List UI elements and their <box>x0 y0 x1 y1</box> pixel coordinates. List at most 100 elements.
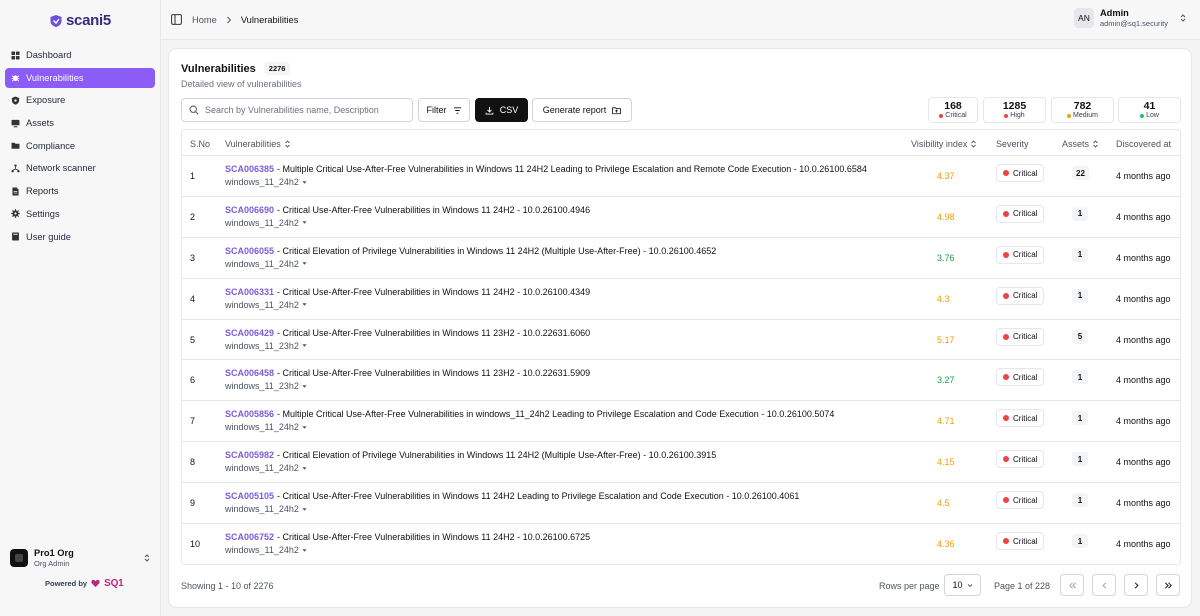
severity-label: Critical <box>1013 209 1038 219</box>
search-box[interactable] <box>181 98 413 122</box>
table-row[interactable]: 6 SCA006458- Critical Use-After-Free Vuln… <box>182 360 1180 402</box>
platform-dropdown[interactable]: windows_11_24h2 <box>225 177 905 187</box>
filter-button[interactable]: Filter <box>418 98 470 122</box>
table-row[interactable]: 2 SCA006690- Critical Use-After-Free Vuln… <box>182 197 1180 238</box>
assets-count-badge[interactable]: 1 <box>1072 493 1088 508</box>
vulnerability-description: - Critical Use-After-Free Vulnerabilitie… <box>277 204 591 215</box>
csv-button[interactable]: CSV <box>475 98 528 122</box>
table-row[interactable]: 4 SCA006331- Critical Use-After-Free Vuln… <box>182 279 1180 320</box>
org-switcher[interactable]: Pro1 Org Org Admin <box>10 545 152 571</box>
sidebar-item-assets[interactable]: Assets <box>5 113 155 133</box>
platform-dropdown[interactable]: windows_11_23h2 <box>225 341 905 351</box>
severity-badge: Critical <box>996 409 1044 428</box>
next-page-button[interactable] <box>1124 574 1148 596</box>
severity-dot <box>1003 333 1009 340</box>
breadcrumb-home[interactable]: Home <box>192 15 217 25</box>
sidebar-item-vulnerabilities[interactable]: Vulnerabilities <box>5 67 155 88</box>
assets-count-badge[interactable]: 5 <box>1072 329 1088 344</box>
vulnerability-id-link[interactable]: SCA006385 <box>225 164 274 174</box>
platform-tag: windows_11_24h2 <box>225 422 299 433</box>
gear-icon <box>11 209 20 219</box>
vulnerability-id-link[interactable]: SCA005105 <box>225 491 274 501</box>
rows-per-page-select[interactable]: 10 <box>944 574 981 596</box>
first-page-button[interactable] <box>1060 574 1084 596</box>
generate-report-button[interactable]: Generate report <box>532 98 632 122</box>
assets-count-badge[interactable]: 1 <box>1072 370 1088 385</box>
page-info: Page 1 of 228 <box>994 581 1051 591</box>
table-row[interactable]: 9 SCA005105- Critical Use-After-Free Vuln… <box>182 483 1180 525</box>
last-page-button[interactable] <box>1156 574 1180 596</box>
vulnerability-cell: SCA005982- Critical Elevation of Privile… <box>225 450 905 473</box>
status-dot <box>1140 113 1145 118</box>
sidebar-item-settings[interactable]: Settings <box>5 204 155 224</box>
column-label: Vulnerabilities <box>225 139 281 149</box>
sort-icon <box>971 140 977 148</box>
vulnerability-id-link[interactable]: SCA005982 <box>225 450 274 460</box>
vulnerability-id-link[interactable]: SCA006690 <box>225 205 274 215</box>
column-label: Visibility index <box>911 139 968 149</box>
vulnerability-id-link[interactable]: SCA005856 <box>225 409 274 419</box>
vulnerability-id-link[interactable]: SCA006055 <box>225 246 274 256</box>
search-input[interactable] <box>205 105 405 115</box>
stat-critical: 168 Critical <box>928 97 978 123</box>
table-row[interactable]: 7 SCA005856- Multiple Critical Use-After-… <box>182 401 1180 443</box>
platform-dropdown[interactable]: windows_11_24h2 <box>225 463 905 473</box>
sidebar-item-reports[interactable]: Reports <box>5 181 155 201</box>
table-row[interactable]: 3 SCA006055- Critical Elevation of Privil… <box>182 238 1180 279</box>
sidebar-item-compliance[interactable]: Compliance <box>5 136 155 156</box>
sidebar-toggle-icon[interactable] <box>171 14 182 25</box>
platform-dropdown[interactable]: windows_11_24h2 <box>225 545 905 555</box>
severity-badge: Critical <box>996 491 1044 510</box>
status-dot <box>939 113 944 118</box>
network-icon <box>11 164 20 173</box>
assets-count-badge[interactable]: 22 <box>1072 166 1089 180</box>
table-row[interactable]: 8 SCA005982- Critical Elevation of Privil… <box>182 442 1180 484</box>
visibility-index: 3.27 <box>937 375 955 386</box>
logo[interactable]: scani5 <box>49 12 111 29</box>
assets-count-badge[interactable]: 1 <box>1072 288 1088 303</box>
topbar: Home Vulnerabilities AN Admin admin@sq1.… <box>161 0 1200 40</box>
sidebar-item-label: Compliance <box>26 140 76 151</box>
table-row[interactable]: 1 SCA006385- Multiple Critical Use-After-… <box>182 156 1180 197</box>
column-assets[interactable]: Assets <box>1062 139 1099 149</box>
caret-down-icon <box>302 385 307 388</box>
severity-label: Critical <box>1013 454 1038 464</box>
platform-dropdown[interactable]: windows_11_24h2 <box>225 422 905 432</box>
sidebar-item-network-scanner[interactable]: Network scanner <box>5 158 155 178</box>
platform-tag: windows_11_24h2 <box>225 177 299 187</box>
column-sno: S.No <box>190 139 211 149</box>
platform-dropdown[interactable]: windows_11_24h2 <box>225 259 905 269</box>
assets-count-badge[interactable]: 1 <box>1072 411 1088 426</box>
platform-dropdown[interactable]: windows_11_24h2 <box>225 300 905 310</box>
pagination-summary: Showing 1 - 10 of 2276 <box>181 581 274 591</box>
generate-report-label: Generate report <box>542 105 607 115</box>
vulnerability-id-link[interactable]: SCA006752 <box>225 532 274 542</box>
sidebar-item-dashboard[interactable]: Dashboard <box>5 45 155 65</box>
user-menu[interactable]: AN Admin admin@sq1.security <box>1073 8 1188 28</box>
assets-count-badge[interactable]: 1 <box>1072 247 1088 262</box>
previous-page-button[interactable] <box>1092 574 1116 596</box>
vulnerability-id-link[interactable]: SCA006458 <box>225 368 274 378</box>
platform-dropdown[interactable]: windows_11_24h2 <box>225 504 905 514</box>
org-name: Pro1 Org <box>34 548 74 558</box>
sidebar-item-user-guide[interactable]: User guide <box>5 227 155 247</box>
vulnerability-id-link[interactable]: SCA006429 <box>225 328 274 338</box>
platform-dropdown[interactable]: windows_11_23h2 <box>225 381 905 391</box>
table-row[interactable]: 10 SCA006752- Critical Use-After-Free Vul… <box>182 524 1180 564</box>
platform-dropdown[interactable]: windows_11_24h2 <box>225 218 905 228</box>
discovered-at: 4 months ago <box>1116 334 1171 345</box>
column-severity: Severity <box>996 139 1029 149</box>
column-vulnerabilities[interactable]: Vulnerabilities <box>225 139 291 149</box>
caret-down-icon <box>302 303 307 306</box>
severity-badge: Critical <box>996 245 1044 264</box>
stat-low: 41 Low <box>1118 97 1181 123</box>
column-visibility-index[interactable]: Visibility index <box>911 139 977 149</box>
assets-count-badge[interactable]: 1 <box>1072 206 1088 221</box>
sidebar-item-exposure[interactable]: Exposure <box>5 90 155 110</box>
assets-count-badge[interactable]: 1 <box>1072 452 1088 467</box>
vulnerability-id-link[interactable]: SCA006331 <box>225 287 274 297</box>
chevrons-right-icon <box>1164 581 1172 589</box>
table-row[interactable]: 5 SCA006429- Critical Use-After-Free Vuln… <box>182 320 1180 361</box>
assets-count-badge[interactable]: 1 <box>1072 534 1088 549</box>
sidebar-item-label: Dashboard <box>26 50 72 60</box>
